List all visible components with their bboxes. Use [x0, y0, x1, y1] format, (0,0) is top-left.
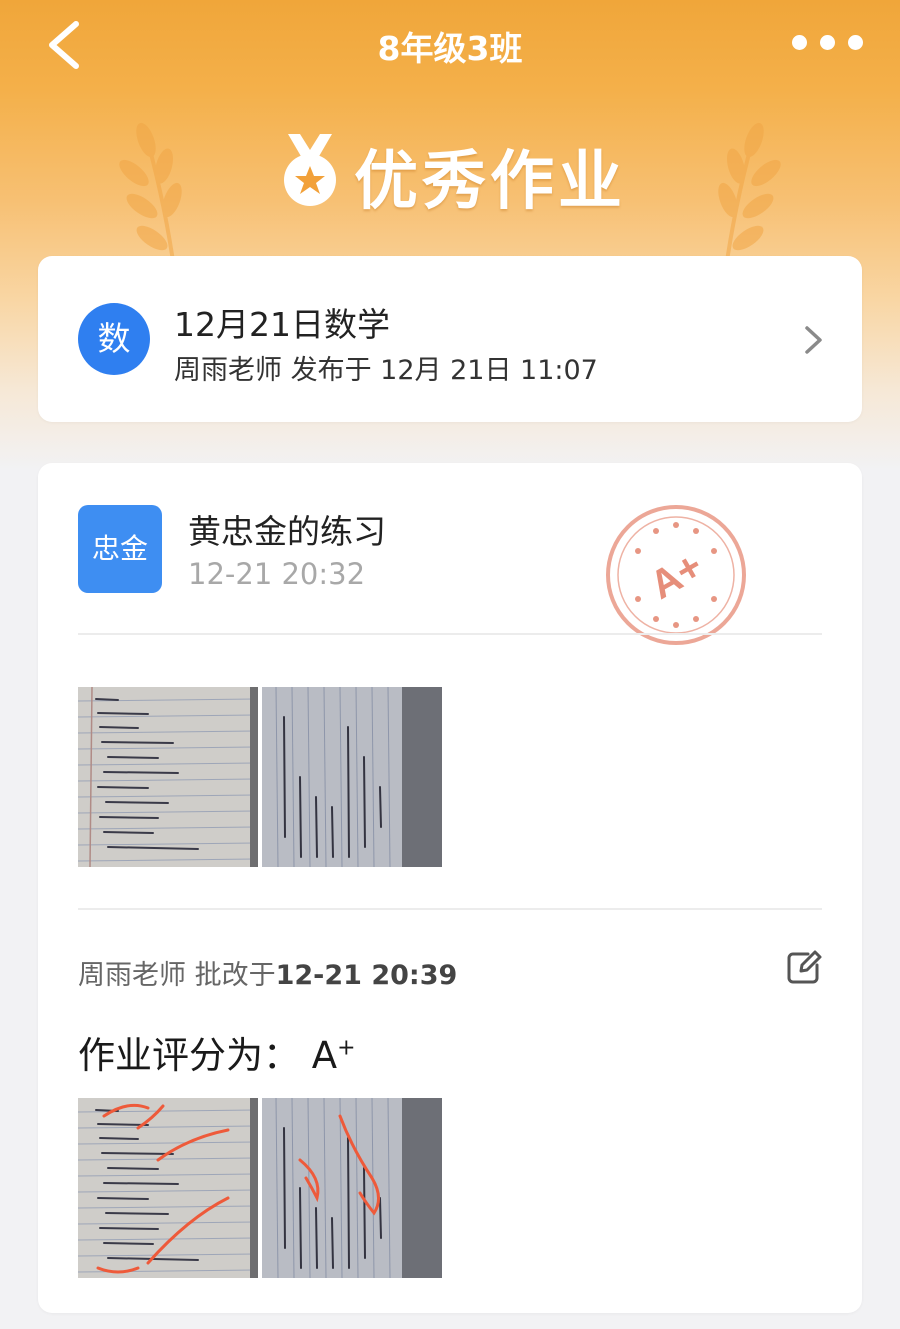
page-title: 8年级3班 — [377, 29, 523, 68]
excellent-homework-banner: 优秀作业 — [270, 126, 650, 219]
grade-stamp: A+ — [606, 505, 746, 645]
wheat-decoration-right — [718, 122, 781, 268]
more-dots-icon — [820, 35, 835, 50]
subject-badge: 数 — [78, 303, 150, 375]
back-button[interactable] — [40, 18, 90, 72]
assignment-card[interactable]: 数 12月21日数学 周雨老师 发布于 12月 21日 11:07 — [38, 256, 862, 422]
more-dots-icon — [792, 35, 807, 50]
divider — [78, 908, 822, 910]
submission-photo-1[interactable] — [78, 687, 258, 867]
chevron-left-icon — [49, 21, 79, 69]
grade-letter: A — [311, 1034, 338, 1077]
more-dots-icon — [848, 35, 863, 50]
chevron-right-icon — [805, 326, 822, 354]
reviewer-name: 周雨老师 — [78, 960, 186, 991]
submission-title: 黄忠金的练习 — [188, 512, 386, 551]
grade-modifier: + — [337, 1035, 356, 1061]
submission-photo-2[interactable] — [262, 687, 442, 867]
assignment-title: 12月21日数学 — [174, 305, 390, 344]
review-time: 12-21 20:39 — [275, 960, 458, 991]
grade-label: 作业评分为： — [78, 1034, 300, 1077]
review-meta: 周雨老师 批改于12-21 20:39 — [78, 953, 457, 992]
assignment-meta: 周雨老师 发布于 12月 21日 11:07 — [174, 355, 598, 386]
divider — [78, 633, 822, 635]
more-button[interactable] — [792, 34, 866, 52]
wheat-decoration-left — [119, 122, 182, 268]
submission-time: 12-21 20:32 — [188, 557, 366, 591]
medal-star-icon — [284, 134, 336, 206]
grade-line: 作业评分为： A+ — [78, 1025, 356, 1079]
graded-photo-1[interactable] — [78, 1098, 258, 1278]
graded-photo-2[interactable] — [262, 1098, 442, 1278]
edit-icon[interactable] — [784, 947, 824, 987]
submission-card: 忠金 黄忠金的练习 12-21 20:32 A+ 周雨老师 批改于12-21 2… — [38, 463, 862, 1313]
stamp-grade-text: A+ — [643, 544, 710, 608]
review-action: 批改于 — [194, 960, 276, 991]
student-badge: 忠金 — [78, 505, 162, 593]
banner-title: 优秀作业 — [354, 145, 626, 219]
